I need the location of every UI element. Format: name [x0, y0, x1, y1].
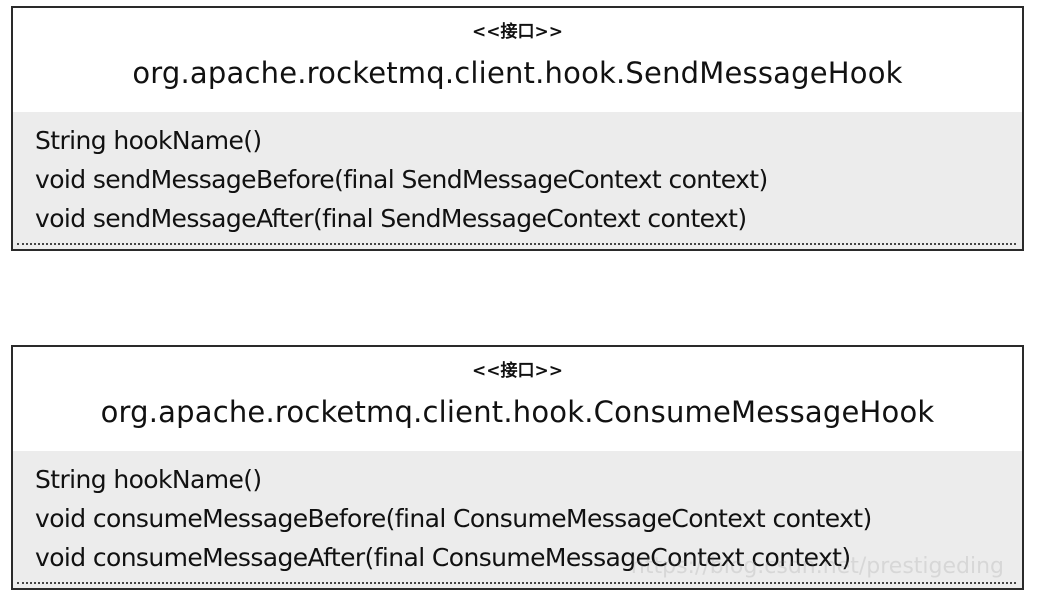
- uml-interface-send-message-hook: <<接口>> org.apache.rocketmq.client.hook.S…: [11, 6, 1024, 251]
- stereotype-label: <<接口>>: [472, 361, 563, 381]
- uml-interface-consume-message-hook: <<接口>> org.apache.rocketmq.client.hook.C…: [11, 345, 1024, 590]
- method-consume-message-before: void consumeMessageBefore(final ConsumeM…: [35, 504, 872, 533]
- uml-class-header: <<接口>> org.apache.rocketmq.client.hook.S…: [13, 8, 1022, 114]
- uml-class-header: <<接口>> org.apache.rocketmq.client.hook.C…: [13, 347, 1022, 453]
- dotted-separator: [17, 243, 1016, 245]
- method-hook-name: String hookName(): [35, 465, 262, 494]
- watermark-text: https://blog.csdn.net/prestigeding: [630, 554, 1004, 579]
- uml-methods-section: String hookName() void sendMessageBefore…: [13, 112, 1022, 249]
- uml-methods-section: String hookName() void consumeMessageBef…: [13, 451, 1022, 588]
- method-send-message-after: void sendMessageAfter(final SendMessageC…: [35, 204, 747, 233]
- interface-name: org.apache.rocketmq.client.hook.ConsumeM…: [100, 395, 935, 429]
- interface-name: org.apache.rocketmq.client.hook.SendMess…: [132, 56, 903, 90]
- dotted-separator: [17, 582, 1016, 584]
- method-list: String hookName() void sendMessageBefore…: [35, 121, 768, 238]
- method-hook-name: String hookName(): [35, 126, 262, 155]
- method-send-message-before: void sendMessageBefore(final SendMessage…: [35, 165, 768, 194]
- stereotype-label: <<接口>>: [472, 22, 563, 42]
